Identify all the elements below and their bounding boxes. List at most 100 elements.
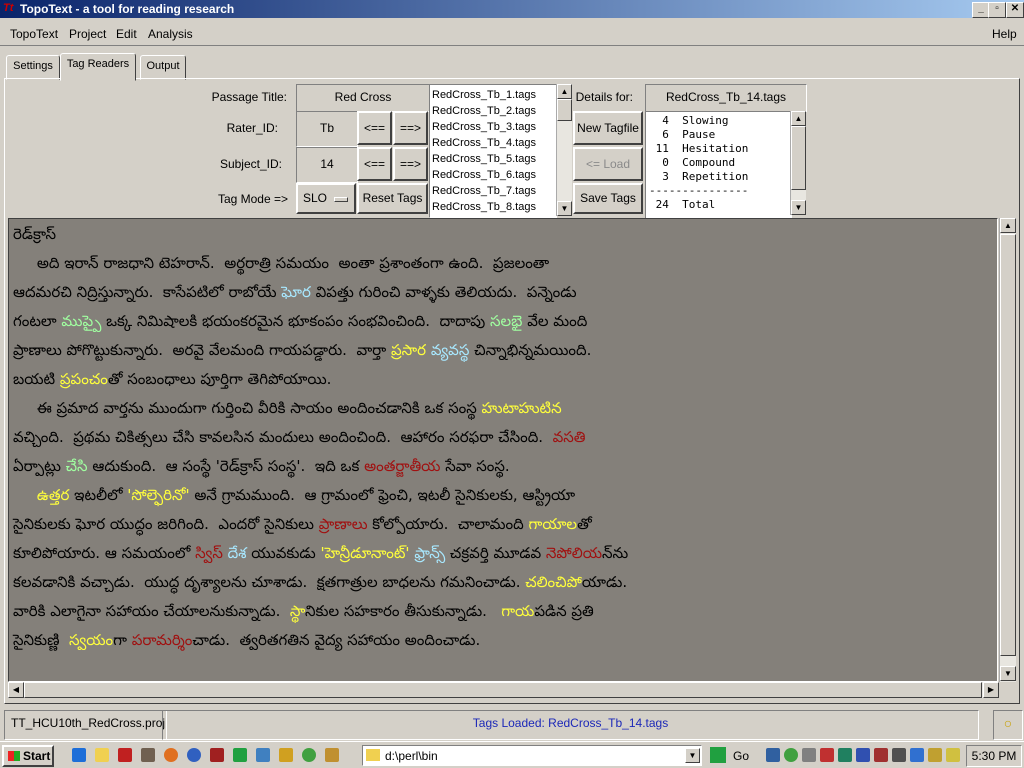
subject-next-button[interactable]: ==> <box>393 147 428 181</box>
tag-mode-select[interactable]: SLO <box>296 183 356 214</box>
tagged-word-yellow[interactable]: 'సోల్ఫెరినో' <box>127 486 189 504</box>
reset-tags-button[interactable]: Reset Tags <box>357 183 428 214</box>
go-arrow-icon[interactable] <box>710 747 726 763</box>
close-button[interactable]: ✕ <box>1006 2 1024 18</box>
tray-icon[interactable] <box>784 748 798 762</box>
menu-project[interactable]: Project <box>69 27 106 41</box>
scroll-icon[interactable] <box>325 748 339 762</box>
book-icon[interactable] <box>118 748 132 762</box>
quick-launch-icon[interactable] <box>72 748 86 762</box>
subject-id-field[interactable]: 14 <box>296 147 358 183</box>
tagged-word-blue[interactable]: ఫ్రాన్స్ <box>414 544 445 562</box>
subject-prev-button[interactable]: <== <box>357 147 392 181</box>
list-item[interactable]: RedCross_Tb_5.tags <box>430 151 556 167</box>
scroll-thumb[interactable] <box>24 682 982 698</box>
rater-next-button[interactable]: ==> <box>393 111 428 145</box>
tagged-word-yellow[interactable]: చలించిపో <box>525 573 582 591</box>
pencil-icon[interactable] <box>279 748 293 762</box>
restore-button[interactable]: ▫ <box>988 2 1006 18</box>
globe-icon[interactable] <box>187 748 201 762</box>
load-button[interactable]: <= Load <box>573 147 643 181</box>
folder-icon[interactable] <box>95 748 109 762</box>
scroll-thumb[interactable] <box>557 99 572 121</box>
tagged-word-yellow[interactable]: గాయ <box>501 602 534 620</box>
rater-id-field[interactable]: Tb <box>296 111 358 147</box>
tagged-word-yellow[interactable]: ప్రపంచం <box>60 370 108 388</box>
rater-prev-button[interactable]: <== <box>357 111 392 145</box>
tray-icon[interactable] <box>892 748 906 762</box>
tagged-word-red[interactable]: వసతి <box>553 428 586 446</box>
address-bar[interactable]: d:\perl\bin ▼ <box>362 745 702 766</box>
scroll-up-icon[interactable]: ▲ <box>1000 218 1016 233</box>
menu-edit[interactable]: Edit <box>116 27 137 41</box>
list-item[interactable]: RedCross_Tb_4.tags <box>430 135 556 151</box>
start-button[interactable]: Start <box>2 745 54 767</box>
tagged-word-blue[interactable]: వ్యవస్థ <box>431 341 470 359</box>
passage-horizontal-scrollbar[interactable]: ◀ ▶ <box>8 682 999 698</box>
window-icon[interactable] <box>256 748 270 762</box>
tagged-word-yellow[interactable]: ఉత్తర <box>37 486 70 504</box>
menu-topotext[interactable]: TopoText <box>10 27 58 41</box>
scroll-right-icon[interactable]: ▶ <box>983 682 999 698</box>
tagged-word-red[interactable]: స్విస్ <box>195 544 223 562</box>
tray-icon[interactable] <box>766 748 780 762</box>
list-item[interactable]: RedCross_Tb_6.tags <box>430 167 556 183</box>
list-item[interactable]: RedCross_Tb_7.tags <box>430 183 556 199</box>
tagged-word-blue[interactable]: ఘోర <box>281 283 311 301</box>
tab-tag-readers[interactable]: Tag Readers <box>60 53 136 81</box>
menu-help[interactable]: Help <box>992 27 1017 41</box>
firefox-icon[interactable] <box>164 748 178 762</box>
tagged-word-green[interactable]: చేసి <box>66 457 88 475</box>
menu-analysis[interactable]: Analysis <box>148 27 193 41</box>
scroll-down-icon[interactable]: ▼ <box>557 201 572 216</box>
go-button[interactable]: Go <box>733 749 749 763</box>
tagged-word-blue[interactable]: దేశ <box>228 544 247 562</box>
list-item[interactable]: RedCross_Tb_3.tags <box>430 119 556 135</box>
chevron-down-icon[interactable]: ▼ <box>685 748 700 763</box>
tagged-word-red[interactable]: అంతర్జాతీయ <box>364 457 440 475</box>
tray-icon[interactable] <box>874 748 888 762</box>
list-item[interactable]: RedCross_Tb_8.tags <box>430 199 556 215</box>
tray-icon[interactable] <box>910 748 924 762</box>
tray-icon[interactable] <box>946 748 960 762</box>
scroll-up-icon[interactable]: ▲ <box>557 84 572 99</box>
tray-icon[interactable] <box>838 748 852 762</box>
tagged-word-yellow[interactable]: హుటాహుటిన <box>482 399 562 417</box>
details-scrollbar[interactable]: ▲ ▼ <box>790 111 806 215</box>
tagged-word-green[interactable]: ముప్పై <box>61 312 101 330</box>
passage-title-field[interactable]: Red Cross <box>296 84 430 112</box>
tagged-word-yellow[interactable]: ప్రసార <box>391 341 426 359</box>
tray-icon[interactable] <box>856 748 870 762</box>
tagged-word-red[interactable]: పరామర్శిం <box>132 631 193 649</box>
passage-vertical-scrollbar[interactable]: ▲ ▼ <box>999 218 1016 682</box>
tagged-word-red[interactable]: నెపోలియ <box>546 544 602 562</box>
new-tagfile-button[interactable]: New Tagfile <box>573 111 643 145</box>
scroll-thumb[interactable] <box>791 126 806 190</box>
tab-settings[interactable]: Settings <box>6 55 60 80</box>
tray-icon[interactable] <box>928 748 942 762</box>
save-tags-button[interactable]: Save Tags <box>573 183 643 214</box>
tray-icon[interactable] <box>802 748 816 762</box>
tagged-word-yellow[interactable]: 'హెన్రీడూనాంట్' <box>320 544 409 562</box>
app-icon[interactable] <box>233 748 247 762</box>
tagged-word-green[interactable]: సలభై <box>490 312 522 330</box>
drive-icon[interactable] <box>141 748 155 762</box>
chrome-icon[interactable] <box>302 748 316 762</box>
scroll-up-icon[interactable]: ▲ <box>791 111 806 126</box>
tab-output[interactable]: Output <box>140 55 186 80</box>
tagfile-list-scrollbar[interactable]: ▲ ▼ <box>556 84 572 216</box>
scroll-down-icon[interactable]: ▼ <box>1000 666 1016 681</box>
tagged-word-yellow[interactable]: స్వయం <box>69 631 113 649</box>
app-icon[interactable] <box>210 748 224 762</box>
scroll-thumb[interactable] <box>1000 234 1016 656</box>
scroll-down-icon[interactable]: ▼ <box>791 200 806 215</box>
tagged-word-yellow[interactable]: స్థా <box>290 602 305 620</box>
tray-icon[interactable] <box>820 748 834 762</box>
tagged-word-red[interactable]: ప్రాణాలు <box>319 515 368 533</box>
scroll-left-icon[interactable]: ◀ <box>8 682 24 698</box>
tagfile-list[interactable]: RedCross_Tb_1.tags RedCross_Tb_2.tags Re… <box>429 84 557 218</box>
tagged-word-yellow[interactable]: గాయాల <box>529 515 578 533</box>
list-item[interactable]: RedCross_Tb_2.tags <box>430 103 556 119</box>
passage-text-area[interactable]: రెడ్‌క్రాస్ అది ఇరాన్ రాజధాని టెహరాన్. అ… <box>8 218 998 682</box>
list-item[interactable]: RedCross_Tb_1.tags <box>430 87 556 103</box>
